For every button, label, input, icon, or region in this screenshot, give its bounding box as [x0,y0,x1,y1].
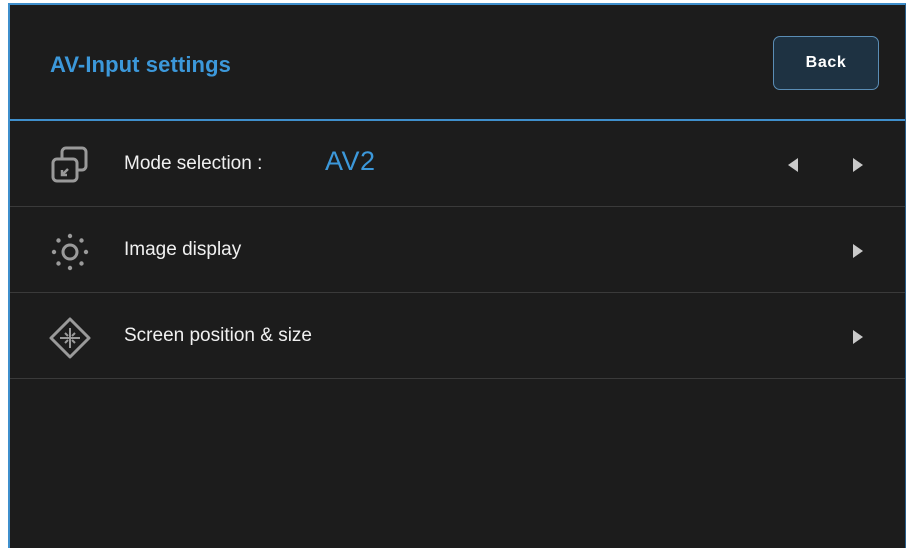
move-position-icon [48,316,92,360]
menu-item-mode-selection[interactable]: Mode selection : AV2 [10,121,905,207]
arrow-right-icon[interactable] [853,244,863,258]
image-display-label: Image display [124,239,242,260]
menu-item-screen-position[interactable]: Screen position & size [10,293,905,379]
input-source-icon [48,144,92,188]
back-button[interactable]: Back [773,36,879,90]
header: AV-Input settings Back [10,5,905,121]
screen-position-label: Screen position & size [124,325,312,346]
arrow-right-icon[interactable] [853,330,863,344]
arrow-left-icon[interactable] [788,158,798,172]
arrow-right-icon[interactable] [853,158,863,172]
mode-selection-label: Mode selection : [124,153,263,174]
brightness-icon [48,230,92,274]
page-title: AV-Input settings [50,52,231,77]
settings-screen: AV-Input settings Back Mode selection : … [8,3,906,548]
mode-selection-value: AV2 [325,146,376,176]
menu-item-image-display[interactable]: Image display [10,207,905,293]
